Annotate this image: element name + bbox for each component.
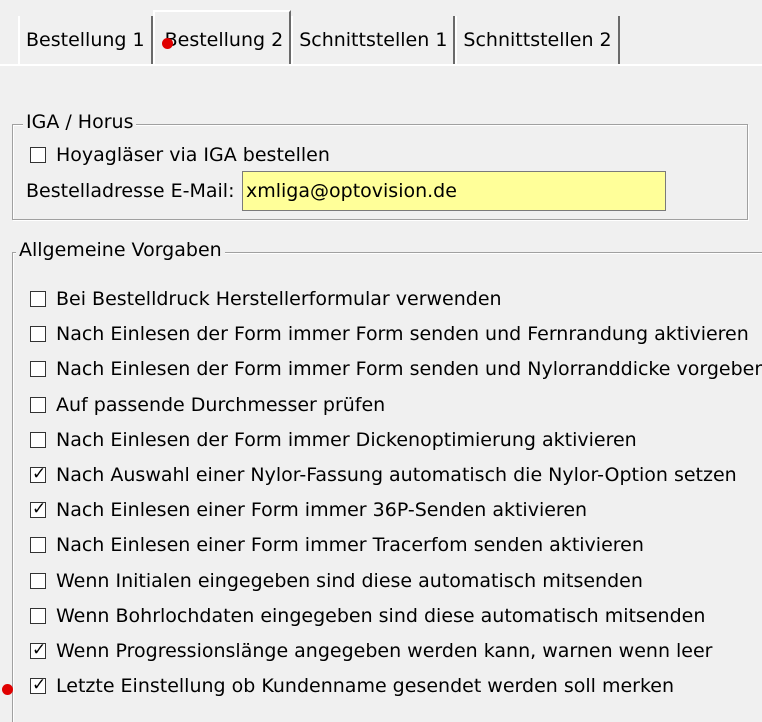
tab-schnittstellen-2[interactable]: Schnittstellen 2 xyxy=(455,16,620,64)
marker-dot-tab xyxy=(162,38,173,49)
hoya-checkbox[interactable] xyxy=(30,147,46,163)
tab-label: Schnittstellen 1 xyxy=(299,29,448,51)
tab-schnittstellen-1[interactable]: Schnittstellen 1 xyxy=(291,16,456,64)
general-settings-title: Allgemeine Vorgaben xyxy=(16,239,225,261)
tab-strip: Bestellung 1 Bestellung 2 Schnittstellen… xyxy=(18,10,620,68)
option-checkbox[interactable]: ✓ xyxy=(30,675,47,696)
option-checkbox[interactable] xyxy=(30,396,46,413)
option-label: Nach Einlesen einer Form immer Tracerfom… xyxy=(56,534,644,557)
option-row[interactable]: Auf passende Durchmesser prüfen xyxy=(30,394,385,416)
hoya-checkbox-row[interactable]: Hoyagläser via IGA bestellen xyxy=(30,144,330,166)
option-checkbox[interactable]: ✓ xyxy=(30,464,47,484)
iga-horus-title: IGA / Horus xyxy=(23,111,137,133)
option-label: Nach Einlesen der Form immer Dickenoptim… xyxy=(56,428,637,451)
option-label: Letzte Einstellung ob Kundenname gesende… xyxy=(56,675,675,698)
option-row[interactable]: Nach Einlesen einer Form immer Tracerfom… xyxy=(30,534,644,556)
check-icon: ✓ xyxy=(32,675,47,696)
option-checkbox[interactable] xyxy=(30,361,46,378)
hoya-checkbox-label: Hoyagläser via IGA bestellen xyxy=(56,144,330,166)
option-checkbox[interactable] xyxy=(30,326,46,343)
option-checkbox[interactable] xyxy=(30,537,46,554)
option-row[interactable]: Bei Bestelldruck Herstellerformular verw… xyxy=(30,288,502,310)
option-checkbox[interactable] xyxy=(30,572,46,589)
check-icon: ✓ xyxy=(32,464,47,484)
option-row[interactable]: Wenn Initialen eingegeben sind diese aut… xyxy=(30,570,643,592)
email-field[interactable] xyxy=(242,171,666,211)
option-row[interactable]: ✓ Letzte Einstellung ob Kundenname gesend… xyxy=(30,675,674,697)
check-icon: ✓ xyxy=(32,640,47,660)
tab-label: Bestellung 1 xyxy=(26,29,145,51)
option-label: Wenn Bohrlochdaten eingegeben sind diese… xyxy=(56,604,706,627)
option-label: Nach Einlesen der Form immer Form senden… xyxy=(56,323,749,346)
option-label: Auf passende Durchmesser prüfen xyxy=(56,393,386,416)
option-row[interactable]: ✓ Nach Einlesen einer Form immer 36P-Send… xyxy=(30,499,587,521)
option-checkbox[interactable] xyxy=(30,291,46,307)
option-row[interactable]: Nach Einlesen der Form immer Form senden… xyxy=(30,358,762,380)
option-row[interactable]: ✓ Wenn Progressionslänge angegeben werden… xyxy=(30,640,713,662)
option-label: Nach Einlesen der Form immer Form senden… xyxy=(56,358,762,381)
option-label: Wenn Progressionslänge angegeben werden … xyxy=(56,640,713,662)
tab-label: Schnittstellen 2 xyxy=(463,29,612,51)
option-checkbox[interactable]: ✓ xyxy=(30,640,47,660)
tab-divider xyxy=(0,64,762,66)
option-label: Bei Bestelldruck Herstellerformular verw… xyxy=(56,288,502,310)
option-checkbox[interactable] xyxy=(30,431,46,448)
tab-label: Bestellung 2 xyxy=(164,29,284,51)
option-label: Nach Auswahl einer Nylor-Fassung automat… xyxy=(56,464,737,486)
option-row[interactable]: Wenn Bohrlochdaten eingegeben sind diese… xyxy=(30,605,705,627)
tab-bestellung-2[interactable]: Bestellung 2 xyxy=(152,10,292,64)
option-row[interactable]: Nach Einlesen der Form immer Form senden… xyxy=(30,323,749,345)
option-label: Nach Einlesen einer Form immer 36P-Sende… xyxy=(56,499,588,522)
option-label: Wenn Initialen eingegeben sind diese aut… xyxy=(56,569,643,592)
check-icon: ✓ xyxy=(32,499,47,520)
option-checkbox[interactable] xyxy=(30,607,46,624)
option-row[interactable]: Nach Einlesen der Form immer Dickenoptim… xyxy=(30,429,637,451)
option-row[interactable]: ✓ Nach Auswahl einer Nylor-Fassung automa… xyxy=(30,464,737,486)
option-checkbox[interactable]: ✓ xyxy=(30,499,47,520)
email-label: Bestelladresse E-Mail: xyxy=(26,180,235,202)
marker-dot-option xyxy=(2,684,13,695)
tab-bestellung-1[interactable]: Bestellung 1 xyxy=(18,16,153,64)
